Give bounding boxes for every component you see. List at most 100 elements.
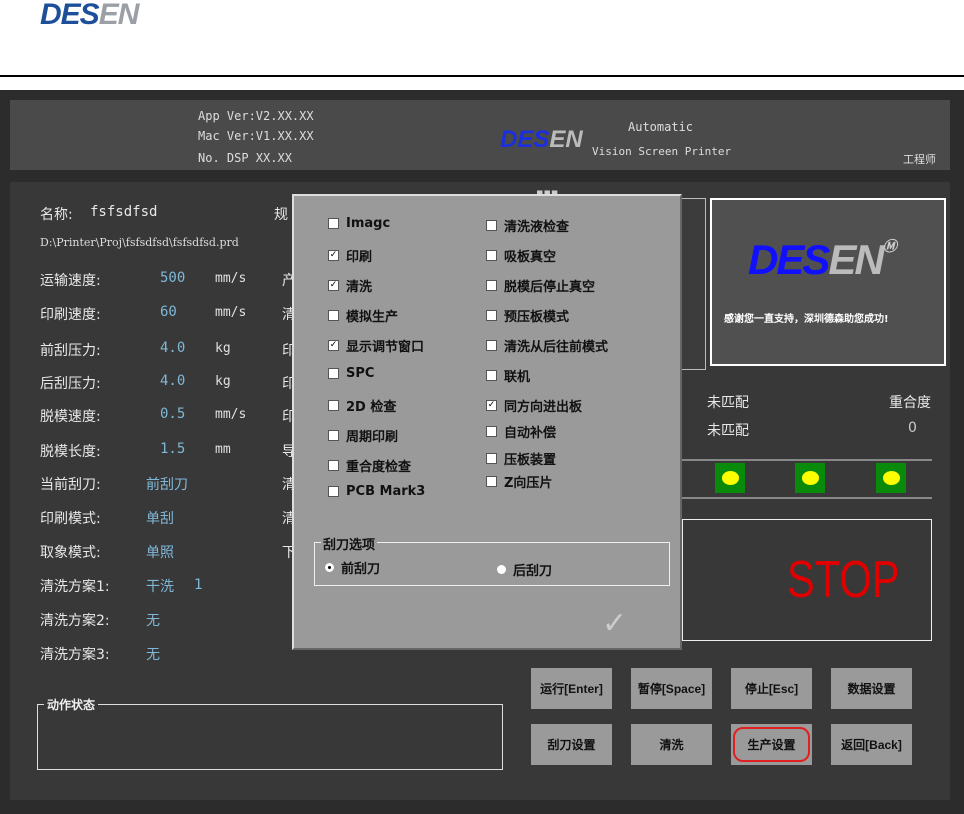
param-value: 500 bbox=[160, 270, 186, 286]
button-label: 清洗 bbox=[659, 738, 684, 752]
option-checkbox[interactable]: 压板装置 bbox=[486, 449, 556, 468]
param-value: 60 bbox=[160, 304, 177, 320]
name-value: fsfsdfsd bbox=[90, 204, 158, 220]
checkbox-unchecked-icon bbox=[328, 486, 339, 497]
partial-label: ▪▪▪ bbox=[536, 186, 559, 194]
option-label: 预压板模式 bbox=[504, 310, 570, 325]
option-label: 脱模后停止真空 bbox=[504, 280, 596, 295]
option-checkbox[interactable]: 吸板真空 bbox=[486, 246, 556, 265]
option-checkbox[interactable]: 预压板模式 bbox=[486, 306, 569, 325]
option-checkbox[interactable]: 周期印刷 bbox=[328, 426, 398, 445]
option-label: 印刷 bbox=[346, 250, 373, 265]
back-button[interactable]: 返回[Back] bbox=[831, 724, 912, 765]
option-checkbox[interactable]: ✓ 印刷 bbox=[328, 246, 372, 265]
logo-part-a: DES bbox=[40, 0, 100, 31]
param-value: 1.5 bbox=[160, 441, 186, 457]
option-checkbox[interactable]: SPC bbox=[328, 366, 374, 381]
production-settings-button[interactable]: 生产设置 bbox=[731, 724, 812, 765]
param-unit: kg bbox=[215, 341, 231, 356]
highlight-ring bbox=[733, 727, 810, 762]
checkbox-unchecked-icon bbox=[328, 400, 339, 411]
option-label: 自动补偿 bbox=[504, 426, 557, 441]
param-label: 取象模式: bbox=[40, 545, 101, 561]
radio-unselected-icon bbox=[497, 565, 506, 574]
param-unit: 1 bbox=[194, 577, 203, 593]
option-checkbox[interactable]: 自动补偿 bbox=[486, 422, 556, 441]
button-label: 返回[Back] bbox=[841, 738, 902, 752]
checkbox-unchecked-icon bbox=[486, 250, 497, 261]
option-label: 同方向进出板 bbox=[504, 400, 583, 415]
checkbox-unchecked-icon bbox=[328, 368, 339, 379]
radio-front-squeegee[interactable]: 前刮刀 bbox=[325, 558, 380, 577]
param-label: 脱模长度: bbox=[40, 444, 101, 460]
param-unit: mm/s bbox=[215, 407, 247, 422]
overlap-label: 重合度 bbox=[889, 395, 931, 411]
option-checkbox[interactable]: ✓ 同方向进出板 bbox=[486, 396, 582, 415]
param-value: 单刮 bbox=[146, 511, 174, 527]
option-label: 重合度检查 bbox=[346, 460, 412, 475]
radio-selected-icon bbox=[325, 563, 334, 572]
trademark-icon: Ⓜ bbox=[882, 238, 897, 254]
param-unit: kg bbox=[215, 374, 231, 389]
logo-part-a: DES bbox=[500, 126, 550, 153]
param-label: 前刮压力: bbox=[40, 343, 101, 359]
button-label: 运行[Enter] bbox=[540, 682, 603, 696]
button-label: 停止[Esc] bbox=[744, 682, 799, 696]
button-label: 暂停[Space] bbox=[637, 682, 706, 696]
squeegee-options-group: 刮刀选项 前刮刀 后刮刀 bbox=[314, 534, 670, 586]
option-label: 周期印刷 bbox=[346, 430, 399, 445]
param-label: 脱模速度: bbox=[40, 409, 101, 425]
match-status-1: 未匹配 bbox=[707, 395, 749, 411]
checkbox-unchecked-icon bbox=[486, 426, 497, 437]
option-checkbox[interactable]: Imagc bbox=[328, 216, 390, 231]
button-label: 刮刀设置 bbox=[547, 738, 596, 752]
option-label: 清洗液检查 bbox=[504, 220, 570, 235]
option-checkbox[interactable]: 模拟生产 bbox=[328, 306, 398, 325]
param-label: 清洗方案1: bbox=[40, 579, 110, 595]
confirm-check-button[interactable]: ✓ bbox=[602, 606, 627, 641]
header-bar: App Ver:V2.XX.XX Mac Ver:V1.XX.XX No. DS… bbox=[10, 100, 950, 170]
option-label: SPC bbox=[346, 366, 375, 381]
option-checkbox[interactable]: 联机 bbox=[486, 366, 530, 385]
match-status-2: 未匹配 bbox=[707, 423, 749, 439]
squeegee-group-title: 刮刀选项 bbox=[321, 534, 378, 553]
divider bbox=[682, 459, 932, 461]
stop-button[interactable]: 停止[Esc] bbox=[731, 668, 812, 709]
option-checkbox[interactable]: Z向压片 bbox=[486, 472, 552, 491]
indicator-light bbox=[715, 463, 745, 493]
option-label: Z向压片 bbox=[504, 476, 553, 491]
production-settings-dialog: Imagc ✓ 印刷 ✓ 清洗 模拟生产 ✓ 显示调节窗口 SPC 2D 检查 周期印刷 重合度检查 P… bbox=[292, 194, 682, 650]
squeegee-settings-button[interactable]: 刮刀设置 bbox=[531, 724, 612, 765]
param-label: 清洗方案2: bbox=[40, 613, 110, 629]
option-checkbox[interactable]: 清洗液检查 bbox=[486, 216, 569, 235]
button-label: 数据设置 bbox=[847, 682, 896, 696]
pause-button[interactable]: 暂停[Space] bbox=[631, 668, 712, 709]
checkbox-unchecked-icon bbox=[328, 430, 339, 441]
checkbox-unchecked-icon bbox=[486, 220, 497, 231]
option-label: PCB Mark3 bbox=[346, 484, 426, 499]
param-value: 单照 bbox=[146, 545, 174, 561]
title-line1: Automatic bbox=[628, 120, 694, 134]
param-label: 运输速度: bbox=[40, 273, 101, 289]
run-button[interactable]: 运行[Enter] bbox=[531, 668, 612, 709]
brand-panel: DESENⓂ 感谢您一直支持，深圳德森助您成功! bbox=[710, 198, 946, 366]
option-checkbox[interactable]: ✓ 清洗 bbox=[328, 276, 372, 295]
option-checkbox[interactable]: 2D 检查 bbox=[328, 396, 396, 415]
dsp-version: No. DSP XX.XX bbox=[198, 151, 292, 165]
header-logo: DESEN bbox=[500, 126, 583, 154]
radio-back-squeegee[interactable]: 后刮刀 bbox=[497, 560, 552, 579]
clean-button[interactable]: 清洗 bbox=[631, 724, 712, 765]
checkbox-unchecked-icon bbox=[486, 370, 497, 381]
obscured-label: 规 bbox=[274, 207, 288, 223]
checkbox-checked-icon: ✓ bbox=[328, 340, 339, 351]
option-checkbox[interactable]: ✓ 显示调节窗口 bbox=[328, 336, 424, 355]
data-settings-button[interactable]: 数据设置 bbox=[831, 668, 912, 709]
option-checkbox[interactable]: 重合度检查 bbox=[328, 456, 411, 475]
option-label: 模拟生产 bbox=[346, 310, 399, 325]
option-checkbox[interactable]: 脱模后停止真空 bbox=[486, 276, 595, 295]
param-value: 无 bbox=[146, 613, 160, 629]
option-label: Imagc bbox=[346, 216, 391, 231]
action-status-title: 动作状态 bbox=[44, 696, 99, 713]
option-checkbox[interactable]: 清洗从后往前模式 bbox=[486, 336, 608, 355]
option-checkbox[interactable]: PCB Mark3 bbox=[328, 484, 425, 499]
